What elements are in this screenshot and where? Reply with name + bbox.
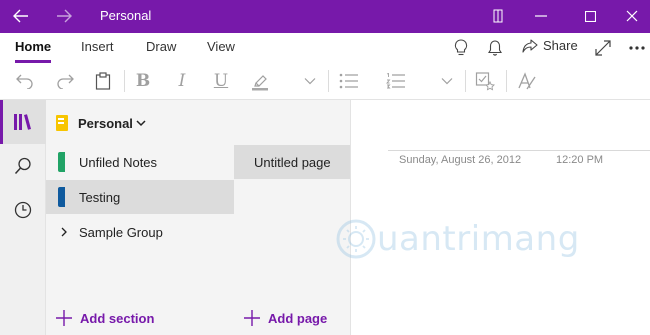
bold-button[interactable]: B (133, 71, 153, 91)
share-label: Share (543, 38, 578, 53)
close-icon (626, 10, 638, 22)
maximize-button[interactable] (576, 4, 604, 28)
watermark-text: uantrimang (377, 219, 580, 259)
clipboard-icon (95, 72, 111, 90)
ribbon-tabs: Home Insert Draw View Share (0, 33, 650, 63)
toolbar-divider (506, 70, 507, 92)
tab-view[interactable]: View (207, 39, 235, 63)
window-title: Personal (100, 8, 152, 23)
tab-insert[interactable]: Insert (81, 39, 114, 63)
section-unfiled-notes[interactable]: Unfiled Notes (46, 145, 234, 179)
minimize-icon (535, 15, 547, 17)
page-label: Untitled page (254, 155, 331, 170)
undo-icon (16, 74, 33, 89)
watermark: uantrimang (335, 218, 580, 260)
snap-icon (493, 9, 503, 23)
page-time: 12:20 PM (556, 154, 604, 166)
maximize-icon (584, 10, 596, 22)
redo-icon (57, 74, 74, 89)
undo-button[interactable] (15, 71, 35, 91)
toolbar-divider (328, 70, 329, 92)
chevron-down-icon (304, 78, 316, 85)
search-button[interactable] (0, 144, 46, 188)
watermark-logo-icon (336, 219, 376, 259)
styles-icon (518, 72, 536, 90)
close-button[interactable] (618, 4, 646, 28)
arrow-left-icon (13, 9, 28, 23)
arrow-right-icon (57, 9, 72, 23)
notebooks-icon (14, 114, 31, 130)
share-button[interactable]: Share (522, 38, 578, 53)
title-bar: Personal (0, 0, 650, 33)
plus-icon (244, 310, 260, 326)
chevron-down-icon (441, 78, 453, 85)
page-title-rule (388, 150, 650, 151)
bullets-button[interactable] (339, 71, 359, 91)
styles-button[interactable] (517, 71, 537, 91)
highlight-button[interactable] (250, 71, 270, 91)
search-icon (14, 157, 31, 175)
add-section-label: Add section (80, 310, 155, 326)
underline-button[interactable]: U (211, 71, 231, 91)
section-testing[interactable]: Testing (46, 180, 234, 214)
lightbulb-icon[interactable] (452, 39, 470, 57)
pages-header (234, 100, 351, 145)
add-page-button[interactable]: Add page (244, 310, 327, 326)
section-group-sample[interactable]: Sample Group (46, 215, 234, 249)
forward-button[interactable] (52, 5, 76, 27)
recent-notes-button[interactable] (0, 188, 46, 232)
share-icon (522, 38, 538, 53)
redo-button[interactable] (55, 71, 75, 91)
list-options-dropdown[interactable] (437, 71, 457, 91)
bell-icon[interactable] (486, 39, 504, 57)
navigation-rail (0, 100, 46, 335)
sections-pane: Personal Unfiled Notes Testing Sample Gr… (46, 100, 351, 335)
section-label: Unfiled Notes (79, 155, 158, 170)
page-untitled[interactable]: Untitled page (234, 145, 350, 179)
toolbar-divider (124, 70, 125, 92)
section-group-label: Sample Group (79, 225, 163, 240)
numbering-button[interactable] (386, 71, 406, 91)
clock-icon (14, 201, 32, 219)
add-section-button[interactable]: Add section (56, 310, 154, 326)
section-color-tab (58, 187, 65, 207)
notebook-name: Personal (78, 116, 133, 131)
back-button[interactable] (9, 5, 33, 27)
highlighter-icon (252, 75, 268, 91)
todo-tag-button[interactable] (475, 71, 495, 91)
section-color-tab (58, 152, 65, 172)
notebooks-button[interactable] (0, 100, 46, 144)
todo-star-icon (475, 72, 495, 91)
fullscreen-button[interactable] (594, 39, 612, 57)
tab-draw[interactable]: Draw (146, 39, 176, 63)
home-toolbar: B I U (0, 63, 650, 100)
chevron-right-icon (61, 227, 67, 237)
more-icon (629, 46, 645, 50)
italic-button[interactable]: I (172, 71, 192, 91)
section-label: Testing (79, 190, 121, 205)
chevron-down-icon (136, 120, 146, 127)
bullet-list-icon (339, 73, 358, 89)
tab-home[interactable]: Home (15, 39, 52, 63)
paste-button[interactable] (93, 71, 113, 91)
minimize-button[interactable] (527, 4, 555, 28)
add-page-label: Add page (268, 310, 328, 326)
font-options-dropdown[interactable] (300, 71, 320, 91)
page-date: Sunday, August 26, 2012 (399, 154, 522, 166)
plus-icon (56, 310, 72, 326)
numbered-list-icon (386, 73, 405, 89)
notebook-icon (56, 115, 68, 131)
snap-button[interactable] (484, 4, 512, 28)
expand-icon (595, 40, 611, 56)
more-options-button[interactable] (628, 39, 646, 57)
toolbar-divider (465, 70, 466, 92)
pages-pane: Untitled page Add page (234, 145, 351, 335)
